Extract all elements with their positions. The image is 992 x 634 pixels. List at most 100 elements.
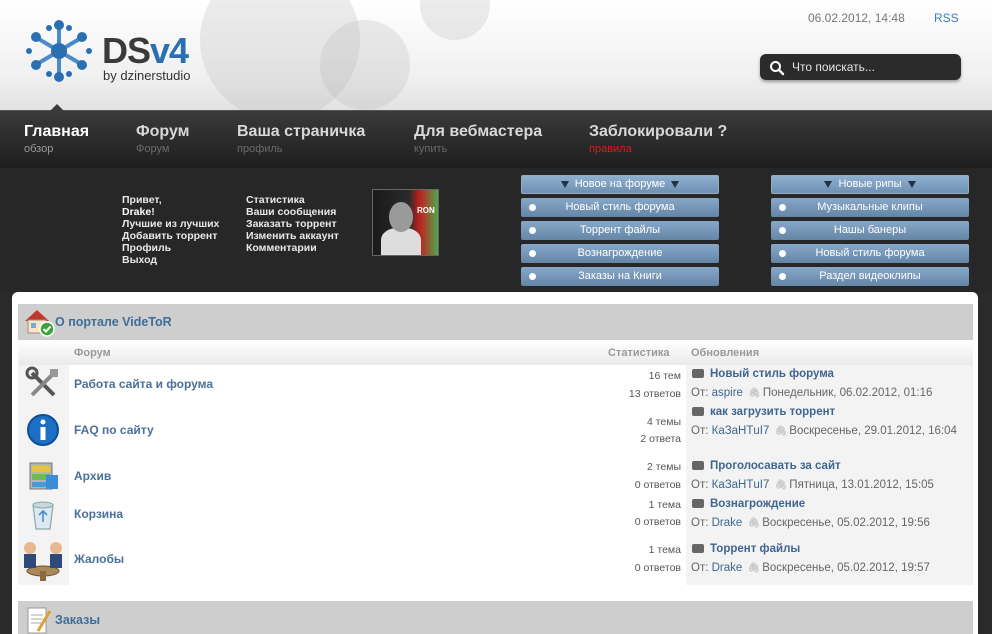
last-post-title: как загрузить торрент — [710, 406, 836, 418]
table-header: Форум Статистика Обновления — [18, 341, 973, 365]
last-post-link[interactable]: как загрузить торрент — [692, 406, 835, 418]
category-title[interactable]: О портале VideToR — [55, 315, 172, 329]
category-title[interactable]: Заказы — [55, 613, 100, 627]
user-links-right: Статистика Ваши сообщения Заказать торре… — [246, 194, 339, 254]
nav-item-title: Заблокировали ? — [589, 123, 728, 140]
info-icon — [27, 414, 59, 446]
last-post-user[interactable]: КаЗаНТuI7 — [712, 425, 770, 437]
nav-item-subtitle: профиль — [237, 143, 283, 155]
last-post-link[interactable]: Торрент файлы — [692, 543, 800, 555]
logo-title-version: v4 — [150, 30, 189, 71]
replies-count: 2 ответа — [640, 433, 681, 445]
new-forum-item[interactable]: Вознагрождение — [521, 244, 719, 263]
new-rips-item[interactable]: Музыкальные клипы — [771, 198, 969, 217]
forum-link[interactable]: Корзина — [74, 507, 123, 521]
item-label: Вознагрождение — [577, 247, 663, 259]
last-post-date: Воскресенье, 05.02.2012, 19:57 — [762, 562, 930, 574]
from-label: От: — [691, 517, 709, 529]
logo-title[interactable]: DSv4 — [102, 30, 189, 72]
topics-count: 1 тема — [648, 499, 681, 511]
new-rips-item[interactable]: Новый стиль форума — [771, 244, 969, 263]
new-rips-item[interactable]: Раздел видеоклипы — [771, 267, 969, 286]
link-comments[interactable]: Комментарии — [246, 242, 339, 254]
link-messages[interactable]: Ваши сообщения — [246, 206, 339, 218]
item-label: Торрент файлы — [579, 224, 661, 236]
last-post-user[interactable]: Drake — [712, 517, 743, 529]
new-forum-item[interactable]: Торрент файлы — [521, 221, 719, 240]
new-rips-block: Новые рипы Музыкальные клипы Нашы банеры… — [771, 175, 969, 286]
paperclip-icon: 🖇 — [774, 426, 788, 437]
main-nav: Главная обзор Форум Форум Ваша страничка… — [0, 104, 992, 168]
forum-link[interactable]: FAQ по сайту — [74, 423, 154, 437]
link-statistics[interactable]: Статистика — [246, 194, 339, 206]
search-input[interactable] — [792, 58, 952, 76]
nav-item-profile[interactable]: Ваша страничка профиль — [237, 123, 365, 155]
last-post-meta: От: Drake 🖇 Воскресенье, 05.02.2012, 19:5… — [691, 515, 969, 532]
topics-count: 2 темы — [646, 461, 681, 473]
last-post-link[interactable]: Новый стиль форума — [692, 368, 834, 380]
comment-icon — [692, 499, 704, 508]
logo-subtitle: by dzinerstudio — [103, 68, 191, 83]
last-post-user[interactable]: Drake — [712, 562, 743, 574]
link-logout[interactable]: Выход — [122, 254, 219, 266]
last-post-link[interactable]: Проголосавать за сайт — [692, 460, 841, 472]
link-profile[interactable]: Профиль — [122, 242, 219, 254]
arrow-down-icon — [560, 180, 569, 188]
nav-item-forum[interactable]: Форум Форум — [136, 123, 190, 155]
topics-count: 16 тем — [648, 370, 681, 382]
forum-link[interactable]: Жалобы — [74, 552, 124, 566]
from-label: От: — [691, 479, 709, 491]
item-label: Раздел видеоклипы — [819, 270, 921, 282]
new-rips-item[interactable]: Нашы банеры — [771, 221, 969, 240]
item-label: Новый стиль форума — [815, 247, 925, 259]
item-label: Нашы банеры — [833, 224, 907, 236]
comment-icon — [692, 369, 704, 378]
rss-link[interactable]: RSS — [934, 11, 959, 25]
new-forum-item[interactable]: Новый стиль форума — [521, 198, 719, 217]
greeting-prefix: Привет, — [122, 194, 162, 206]
forum-link[interactable]: Архив — [74, 469, 111, 483]
replies-count: 13 ответов — [628, 388, 681, 400]
recycle-bin-icon — [32, 501, 54, 530]
forum-link[interactable]: Работа сайта и форума — [74, 377, 213, 391]
item-label: Новый стиль форума — [565, 201, 675, 213]
comment-icon — [692, 544, 704, 553]
archive-icon — [29, 462, 58, 490]
complaints-icon — [24, 542, 62, 581]
nav-item-subtitle: правила — [589, 143, 632, 155]
last-post-link[interactable]: Вознагрождение — [692, 498, 805, 510]
last-post-user[interactable]: КаЗаНТuI7 — [712, 479, 770, 491]
nav-item-blocked[interactable]: Заблокировали ? правила — [589, 123, 727, 155]
username-link[interactable]: Drake — [122, 206, 151, 218]
nav-item-title: Для вебмастера — [414, 123, 543, 140]
home-check-icon — [25, 310, 55, 337]
link-edit-account[interactable]: Изменить аккаунт — [246, 230, 339, 242]
from-label: От: — [691, 387, 709, 399]
user-links-left: Привет, Drake! Лучшие из лучших Добавить … — [122, 194, 219, 266]
logo-title-main: DS — [102, 30, 151, 71]
search-icon[interactable] — [769, 60, 785, 76]
nav-item-webmaster[interactable]: Для вебмастера купить — [414, 123, 542, 155]
new-forum-item[interactable]: Заказы на Книги — [521, 267, 719, 286]
link-order-torrent[interactable]: Заказать торрент — [246, 218, 339, 230]
avatar-body — [381, 228, 421, 255]
nav-item-home[interactable]: Главная обзор — [24, 123, 89, 155]
last-post-user[interactable]: aspire — [712, 387, 743, 399]
last-post-title: Новый стиль форума — [710, 368, 834, 380]
paperclip-icon: 🖇 — [747, 518, 761, 529]
link-best[interactable]: Лучшие из лучших — [122, 218, 219, 230]
bullet-icon — [779, 250, 786, 257]
nav-item-title: Ваша страничка — [237, 123, 366, 140]
avatar-face — [389, 202, 413, 232]
column-stats: Статистика — [608, 347, 670, 359]
bullet-icon — [779, 204, 786, 211]
nav-item-title: Главная — [24, 123, 90, 140]
snowflake-logo-icon[interactable] — [24, 18, 94, 84]
active-tab-pointer — [50, 104, 64, 111]
link-add-torrent[interactable]: Добавить торрент — [122, 230, 219, 242]
site-header: DSv4 by dzinerstudio 06.02.2012, 14:48 R… — [0, 0, 992, 110]
nav-item-subtitle: обзор — [24, 143, 54, 155]
last-post-meta: От: КаЗаНТuI7 🖇 Пятница, 13.01.2012, 15:0… — [691, 477, 969, 494]
arrow-down-icon — [671, 180, 680, 188]
avatar[interactable]: RON — [372, 189, 439, 256]
